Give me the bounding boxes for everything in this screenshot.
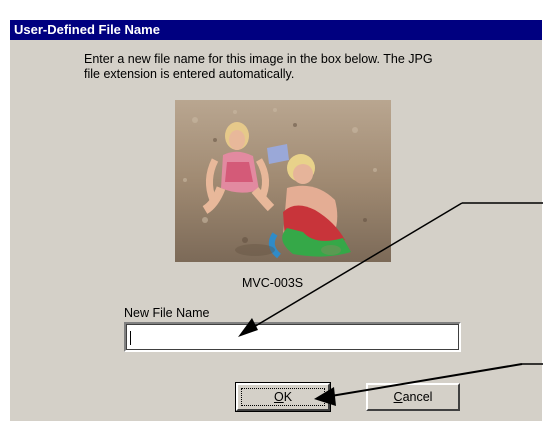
cancel-mnemonic: C <box>393 390 403 404</box>
file-name-dialog: User-Defined File Name Enter a new file … <box>8 19 542 421</box>
text-caret <box>130 331 131 345</box>
cancel-label-rest: ancel <box>402 390 433 404</box>
cancel-button[interactable]: Cancel <box>366 383 460 411</box>
ok-button[interactable]: OK <box>235 382 331 412</box>
image-thumbnail <box>175 100 391 262</box>
instructions-text: Enter a new file name for this image in … <box>84 52 433 81</box>
dialog-title: User-Defined File Name <box>10 20 542 40</box>
new-file-name-input[interactable] <box>124 322 461 352</box>
focus-rectangle <box>241 388 325 406</box>
image-caption: MVC-003S <box>242 276 304 290</box>
beach-photo <box>175 100 391 262</box>
new-file-name-label: New File Name <box>124 306 210 320</box>
